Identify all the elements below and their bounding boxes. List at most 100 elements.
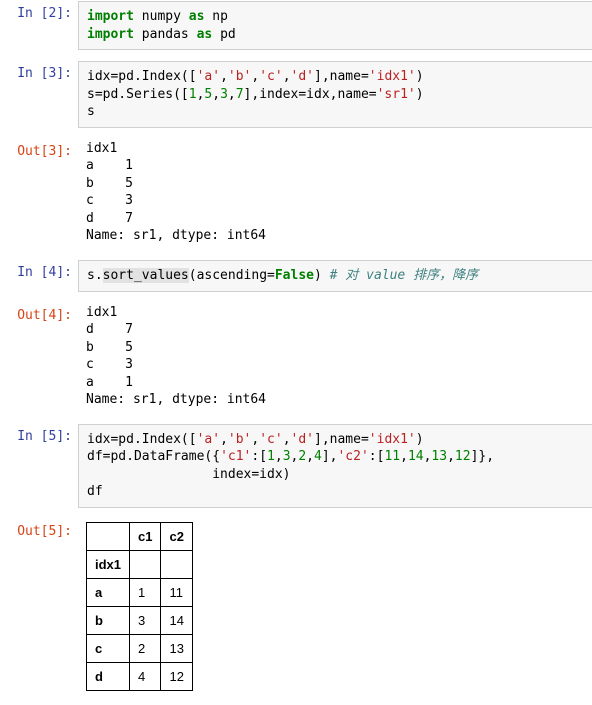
table-cell: 1: [130, 579, 161, 607]
code-const: False: [275, 268, 314, 283]
table-indexname-row: idx1: [87, 551, 193, 579]
code-text: df: [87, 484, 103, 499]
in-prompt-4: In [4]:: [0, 259, 78, 302]
cell-out-3: Out[3]: idx1 a 1 b 5 c 3 d 7 Name: sr1, …: [0, 138, 592, 259]
keyword-import: import: [87, 27, 134, 42]
table-col-c1: c1: [130, 523, 161, 551]
code-text: ,: [283, 432, 291, 447]
table-index-name: idx1: [87, 551, 130, 579]
code-text: s.: [87, 268, 103, 283]
code-text: (ascending=: [189, 268, 275, 283]
table-row-index: c: [87, 635, 130, 663]
dataframe-table: c1 c2 idx1 a 1 11 b 3 14 c 2 13: [86, 522, 193, 691]
table-cell: 11: [161, 579, 192, 607]
code-number: 4: [314, 449, 322, 464]
cell-in-2: In [2]: import numpy as np import pandas…: [0, 0, 592, 60]
code-text: ): [416, 87, 424, 102]
table-cell: 2: [130, 635, 161, 663]
table-blank-header: [87, 523, 130, 551]
keyword-import: import: [87, 9, 134, 24]
code-text: ): [416, 432, 424, 447]
cell-in-4: In [4]: s.sort_values(ascending=False) #…: [0, 259, 592, 302]
cell-out-5: Out[5]: c1 c2 idx1 a 1 11 b 3 14: [0, 518, 592, 705]
code-string: 'a': [197, 69, 220, 84]
code-text: s: [87, 104, 95, 119]
code-text: ],: [322, 449, 338, 464]
table-cell: 14: [161, 607, 192, 635]
out-prompt-3: Out[3]:: [0, 138, 78, 259]
code-text: pandas: [134, 27, 197, 42]
code-text: ],index=idx,name=: [244, 87, 377, 102]
code-number: 12: [455, 449, 471, 464]
code-string: 'b': [228, 69, 251, 84]
cell-in-5: In [5]: idx=pd.Index(['a','b','c','d'],n…: [0, 423, 592, 518]
table-row: b 3 14: [87, 607, 193, 635]
code-text: numpy: [134, 9, 189, 24]
code-text: s=pd.Series([: [87, 87, 189, 102]
code-input-5[interactable]: idx=pd.Index(['a','b','c','d'],name='idx…: [78, 424, 592, 508]
in-prompt-2: In [2]:: [0, 0, 78, 60]
code-string: 'c': [259, 432, 282, 447]
code-text: ],name=: [314, 432, 369, 447]
output-text-4: idx1 d 7 b 5 c 3 a 1 Name: sr1, dtype: i…: [78, 302, 592, 423]
code-number: 7: [236, 87, 244, 102]
code-input-2[interactable]: import numpy as np import pandas as pd: [78, 1, 592, 50]
table-row-index: d: [87, 663, 130, 691]
out-prompt-5: Out[5]:: [0, 518, 78, 705]
table-row-index: a: [87, 579, 130, 607]
keyword-as: as: [189, 9, 205, 24]
code-text: df=pd.DataFrame({: [87, 449, 220, 464]
code-text: ,: [447, 449, 455, 464]
table-row: c 2 13: [87, 635, 193, 663]
code-number: 11: [384, 449, 400, 464]
code-string: 'idx1': [369, 432, 416, 447]
table-blank-header: [161, 551, 192, 579]
code-text: ,: [228, 87, 236, 102]
code-comment: # 对 value 排序，降序: [330, 268, 478, 283]
code-text: ): [314, 268, 330, 283]
table-cell: 4: [130, 663, 161, 691]
code-number: 13: [431, 449, 447, 464]
code-number: 1: [267, 449, 275, 464]
code-text: index=idx): [87, 467, 291, 482]
cell-in-3: In [3]: idx=pd.Index(['a','b','c','d'],n…: [0, 60, 592, 138]
code-text: ],name=: [314, 69, 369, 84]
in-prompt-5: In [5]:: [0, 423, 78, 518]
code-text: ,: [220, 432, 228, 447]
code-text: idx=pd.Index([: [87, 432, 197, 447]
table-cell: 13: [161, 635, 192, 663]
code-string: 'd': [291, 432, 314, 447]
code-string: 'sr1': [377, 87, 416, 102]
table-blank-header: [130, 551, 161, 579]
table-col-c2: c2: [161, 523, 192, 551]
cell-out-4: Out[4]: idx1 d 7 b 5 c 3 a 1 Name: sr1, …: [0, 302, 592, 423]
code-text: ,: [212, 87, 220, 102]
code-string: 'd': [291, 69, 314, 84]
code-number: 3: [283, 449, 291, 464]
output-text-3: idx1 a 1 b 5 c 3 d 7 Name: sr1, dtype: i…: [78, 138, 592, 259]
code-text: idx=pd.Index([: [87, 69, 197, 84]
table-row-index: b: [87, 607, 130, 635]
code-text: np: [204, 9, 227, 24]
code-string: 'idx1': [369, 69, 416, 84]
code-text: :[: [369, 449, 385, 464]
code-number: 3: [220, 87, 228, 102]
code-text: ): [416, 69, 424, 84]
code-text: ,: [275, 449, 283, 464]
in-prompt-3: In [3]:: [0, 60, 78, 138]
code-text: ,: [220, 69, 228, 84]
code-string: 'a': [197, 432, 220, 447]
table-row: a 1 11: [87, 579, 193, 607]
keyword-as: as: [197, 27, 213, 42]
code-string: 'c2': [337, 449, 368, 464]
table-row: d 4 12: [87, 663, 193, 691]
function-name: sort_values: [103, 268, 189, 283]
code-input-3[interactable]: idx=pd.Index(['a','b','c','d'],name='idx…: [78, 61, 592, 128]
table-header-row: c1 c2: [87, 523, 193, 551]
code-number: 2: [298, 449, 306, 464]
code-number: 1: [189, 87, 197, 102]
code-input-4[interactable]: s.sort_values(ascending=False) # 对 value…: [78, 260, 592, 292]
code-text: pd: [212, 27, 235, 42]
code-string: 'b': [228, 432, 251, 447]
out-prompt-4: Out[4]:: [0, 302, 78, 423]
